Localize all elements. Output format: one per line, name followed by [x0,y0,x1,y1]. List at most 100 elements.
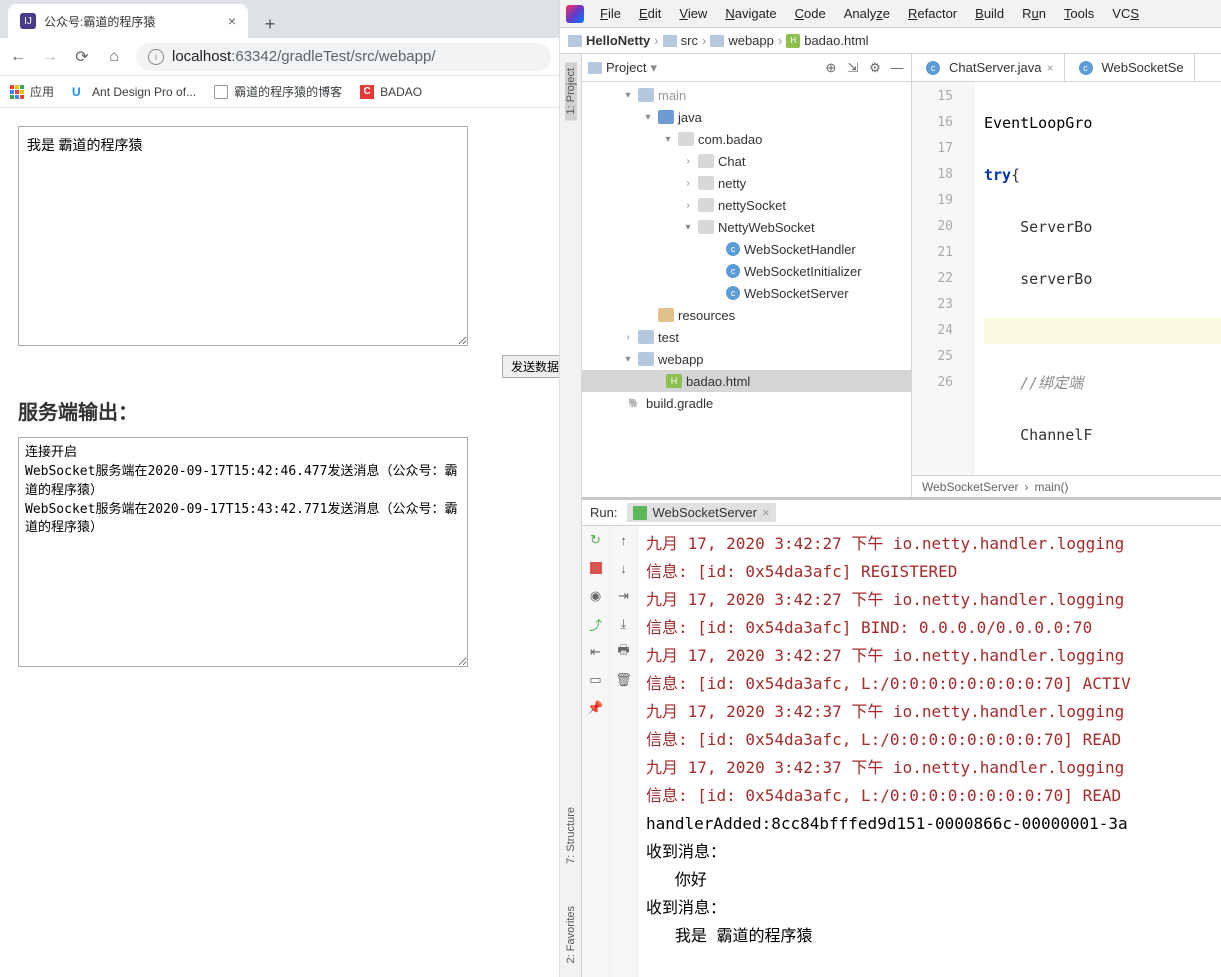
menu-build[interactable]: Build [967,4,1012,23]
project-tree[interactable]: ▾main ▾java ▾com.badao ›Chat ›netty ›net… [582,82,911,497]
chevron-right-icon: › [702,33,706,48]
tool-window-stripe: 1: Project 7: Structure 2: Favorites [560,54,582,977]
project-panel-title[interactable]: Project ▾ [588,60,657,76]
class-icon: c [726,242,740,256]
send-button[interactable]: 发送数据 [502,355,559,378]
menu-tools[interactable]: Tools [1056,4,1102,23]
run-tab[interactable]: WebSocketServer × [627,503,775,522]
collapse-icon[interactable]: ⇲ [845,60,861,76]
sidebar-tab-project[interactable]: 1: Project [565,62,577,120]
debug-icon[interactable]: ⤴ [588,616,604,632]
clear-icon[interactable]: 🗑 [616,672,632,688]
editor-tab[interactable]: c ChatServer.java × [912,54,1065,81]
menu-analyze[interactable]: Analyze [836,4,898,23]
gear-icon[interactable]: ⚙ [867,60,883,76]
message-input[interactable]: 我是 霸道的程序猿 [18,126,468,346]
hide-icon[interactable]: — [889,60,905,76]
new-tab-button[interactable]: + [256,10,284,38]
folder-icon [663,35,677,47]
menu-run[interactable]: Run [1014,4,1054,23]
class-icon: c [926,61,940,75]
output-heading: 服务端输出： [18,396,541,425]
print-icon[interactable]: 🖶 [616,644,632,660]
ide-window: File Edit View Navigate Code Analyze Ref… [560,0,1221,977]
console-output[interactable]: 九月 17, 2020 3:42:27 下午 io.netty.handler.… [638,526,1221,977]
run-toolbar-left: ↻ ◉ ⤴ ⇤ ▭ 📌 [582,526,610,977]
stop-button[interactable] [588,560,604,576]
breadcrumb-item[interactable]: HelloNetty [586,33,650,48]
folder-icon [658,308,674,322]
editor-panel: c ChatServer.java × c WebSocketSe [912,54,1221,497]
bookmark-blog[interactable]: 霸道的程序猿的博客 [214,83,342,100]
run-toolbar-right: ↑ ↓ ⇥ ⤓ 🖶 🗑 [610,526,638,977]
editor-breadcrumb: WebSocketServer›main() [912,475,1221,497]
menu-refactor[interactable]: Refactor [900,4,965,23]
folder-icon [568,35,582,47]
exit-icon[interactable]: ⇤ [588,644,604,660]
package-icon [678,132,694,146]
menu-file[interactable]: File [592,4,629,23]
menu-view[interactable]: View [671,4,715,23]
bookmark-ant[interactable]: U Ant Design Pro of... [72,85,196,99]
bookmark-label: 霸道的程序猿的博客 [234,83,342,100]
folder-icon [658,110,674,124]
url-text: localhost:63342/gradleTest/src/webapp/ [172,48,436,65]
folder-icon [588,62,602,74]
close-icon[interactable]: × [228,13,236,29]
down-icon[interactable]: ↓ [616,560,632,576]
close-icon[interactable]: × [762,505,770,520]
html-icon: H [666,374,682,388]
project-panel: Project ▾ ⊕ ⇲ ⚙ — ▾main ▾java [582,54,912,497]
chevron-right-icon: › [778,33,782,48]
apps-icon [10,85,24,99]
folder-icon [638,88,654,102]
bookmark-label: 应用 [30,83,54,100]
menu-edit[interactable]: Edit [631,4,669,23]
menu-vcs[interactable]: VCS [1104,4,1147,23]
pin-icon[interactable]: 📌 [588,700,604,716]
folder-icon [710,35,724,47]
up-icon[interactable]: ↑ [616,532,632,548]
bookmark-badao[interactable]: C BADAO [360,85,422,99]
tab-title: 公众号:霸道的程序猿 [44,13,220,30]
address-bar[interactable]: i localhost:63342/gradleTest/src/webapp/ [136,43,551,71]
output-textarea[interactable]: 连接开启 WebSocket服务端在2020-09-17T15:42:46.47… [18,437,468,667]
editor-tab[interactable]: c WebSocketSe [1065,54,1195,81]
breadcrumb-item[interactable]: src [681,33,698,48]
bookmarks-bar: 应用 U Ant Design Pro of... 霸道的程序猿的博客 C BA… [0,76,559,108]
locate-icon[interactable]: ⊕ [823,60,839,76]
breadcrumb-item[interactable]: webapp [728,33,774,48]
menu-code[interactable]: Code [787,4,834,23]
sidebar-tab-structure[interactable]: 7: Structure [565,801,577,870]
package-icon [698,220,714,234]
run-label: Run: [590,505,617,520]
back-icon[interactable]: ← [8,47,28,67]
ide-menubar: File Edit View Navigate Code Analyze Ref… [560,0,1221,28]
bookmark-label: BADAO [380,85,422,99]
menu-navigate[interactable]: Navigate [717,4,784,23]
dump-icon[interactable]: ◉ [588,588,604,604]
blog-icon [214,85,228,99]
close-icon[interactable]: × [1047,61,1054,75]
info-icon[interactable]: i [148,49,164,65]
code-area[interactable]: EventLoopGro try{ ServerBo serverBo //绑定… [974,82,1221,475]
code-editor[interactable]: 151617181920212223242526 EventLoopGro tr… [912,82,1221,475]
favicon-icon: IJ [20,13,36,29]
reload-icon[interactable]: ⟳ [72,47,92,67]
layout-icon[interactable]: ▭ [588,672,604,688]
browser-tab[interactable]: IJ 公众号:霸道的程序猿 × [8,4,248,38]
package-icon [698,198,714,212]
scroll-icon[interactable]: ⤓ [616,616,632,632]
intellij-logo-icon [566,5,584,23]
chevron-right-icon: › [654,33,658,48]
class-icon: c [726,286,740,300]
forward-icon[interactable]: → [40,47,60,67]
sidebar-tab-favorites[interactable]: 2: Favorites [565,900,577,969]
breadcrumb-item[interactable]: badao.html [804,33,868,48]
rerun-icon[interactable]: ↻ [588,532,604,548]
bookmark-apps[interactable]: 应用 [10,83,54,100]
wrap-icon[interactable]: ⇥ [616,588,632,604]
class-icon: c [726,264,740,278]
folder-icon [638,352,654,366]
home-icon[interactable]: ⌂ [104,47,124,67]
